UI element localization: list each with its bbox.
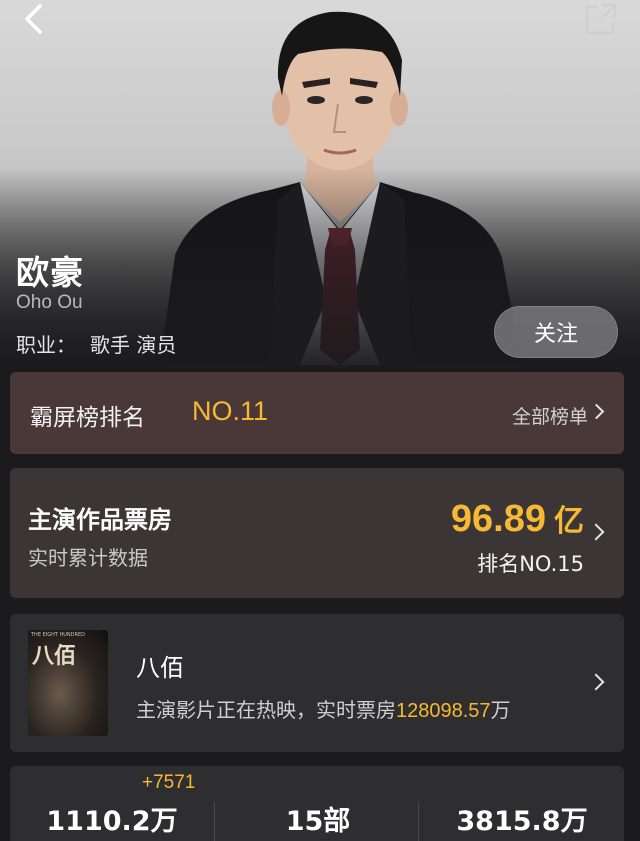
artist-occupation: 职业： 歌手 演员 [16, 329, 176, 358]
stat-divider [214, 802, 215, 841]
ranking-value: NO.11 [192, 396, 269, 426]
film-desc-prefix: 主演影片正在热映，实时票房 [136, 698, 396, 722]
ranking-card[interactable]: 霸屏榜排名 NO.11 全部榜单 [10, 372, 624, 454]
poster-title: 八佰 [32, 644, 77, 669]
box-office-subtitle: 实时累计数据 [28, 546, 148, 570]
chevron-right-icon [588, 403, 605, 420]
stat-divider [418, 802, 419, 841]
box-office-amount: 96.89 亿 [451, 496, 584, 541]
occupation-label: 职业： [16, 333, 76, 357]
occupation-value: 歌手 演员 [90, 333, 177, 357]
chevron-right-icon [587, 673, 605, 691]
film-poster[interactable]: THE EIGHT HUNDRED 八佰 [28, 630, 108, 736]
box-office-unit: 亿 [554, 504, 584, 539]
box-office-number: 96.89 [450, 498, 546, 540]
box-office-title: 主演作品票房 [28, 506, 172, 534]
film-title: 八佰 [136, 654, 184, 682]
chevron-left-icon[interactable] [18, 2, 52, 36]
film-desc-suffix: 万 [490, 698, 511, 722]
now-showing-film-card[interactable]: THE EIGHT HUNDRED 八佰 八佰 主演影片正在热映，实时票房128… [10, 614, 624, 752]
film-description: 主演影片正在热映，实时票房128098.57万 [136, 694, 511, 723]
stat-delta: +7571 [142, 772, 196, 793]
ranking-label: 霸屏榜排名 [30, 405, 145, 431]
artist-english-name: Oho Ou [16, 292, 83, 313]
stats-card: +7571 1110.2万 15部 3815.8万 [10, 766, 624, 841]
all-rankings-link[interactable]: 全部榜单 [512, 402, 588, 429]
stat-value-1[interactable]: 1110.2万 [22, 799, 202, 838]
follow-button[interactable]: 关注 [494, 306, 618, 358]
chevron-right-icon [587, 523, 605, 541]
stat-value-2[interactable]: 15部 [228, 799, 408, 838]
artist-name: 欧豪 [16, 253, 84, 292]
share-external-icon[interactable] [584, 2, 618, 36]
stat-value-3[interactable]: 3815.8万 [432, 799, 612, 838]
box-office-card[interactable]: 主演作品票房 实时累计数据 96.89 亿 排名NO.15 [10, 468, 624, 598]
box-office-rank: 排名NO.15 [477, 552, 584, 576]
film-box-office-number: 128098.57 [396, 700, 491, 722]
